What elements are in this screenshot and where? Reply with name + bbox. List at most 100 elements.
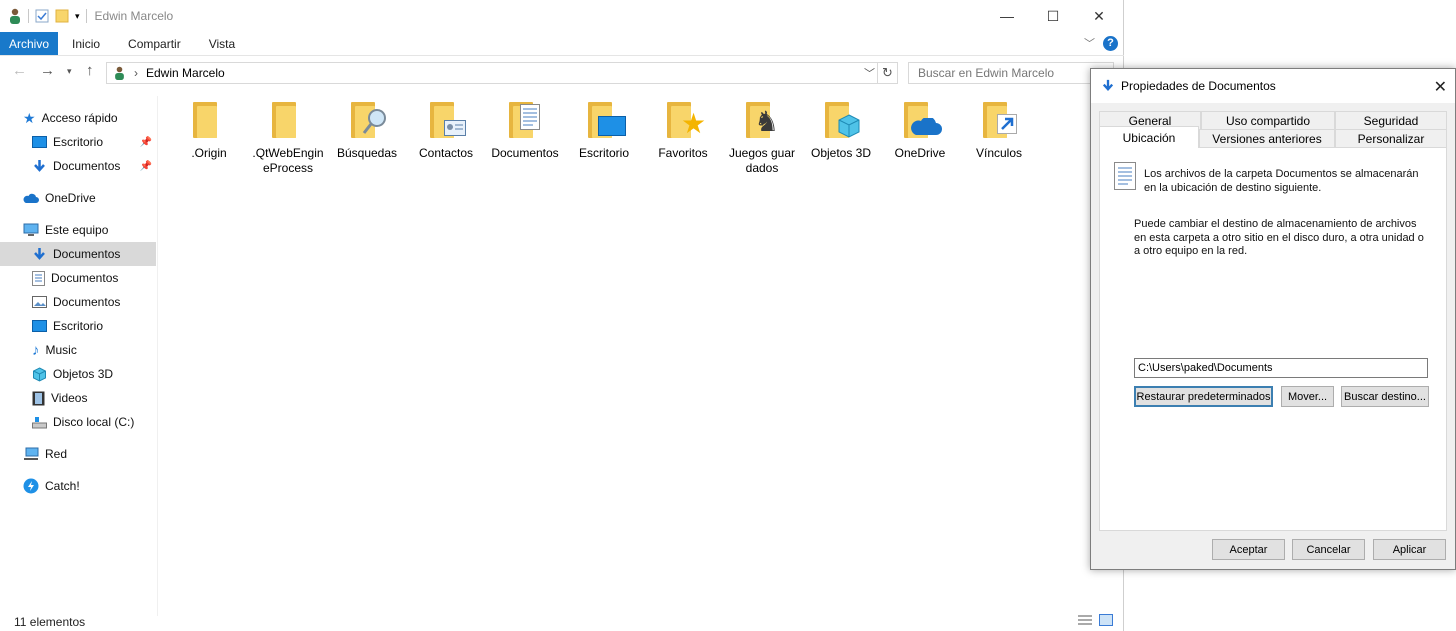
- sidebar-item-documentos-selected[interactable]: Documentos: [0, 242, 156, 266]
- cancel-button[interactable]: Cancelar: [1292, 539, 1365, 560]
- sidebar-item-este-equipo[interactable]: Este equipo: [0, 218, 156, 242]
- folder-item[interactable]: .Origin: [170, 100, 248, 161]
- folder-label: Objetos 3D: [810, 146, 872, 160]
- sidebar-item-documentos-3[interactable]: Documentos: [0, 290, 156, 314]
- cloud-icon: [911, 118, 942, 135]
- sidebar-item-red[interactable]: Red: [0, 442, 156, 466]
- breadcrumb-chevron-icon[interactable]: ›: [134, 66, 138, 80]
- folder-label: Contactos: [418, 146, 474, 160]
- sidebar-item-disco-local[interactable]: Disco local (C:): [0, 410, 156, 434]
- location-help-text: Puede cambiar el destino de almacenamien…: [1134, 218, 1424, 257]
- properties-dialog: Propiedades de Documentos ✕ General Uso …: [1090, 68, 1456, 570]
- tab-personalizar[interactable]: Personalizar: [1335, 129, 1447, 147]
- sidebar-item-escritorio[interactable]: Escritorio 📌: [0, 130, 156, 154]
- sidebar-item-label: Disco local (C:): [53, 415, 135, 429]
- tab-seguridad[interactable]: Seguridad: [1335, 111, 1447, 129]
- folder-item[interactable]: Vínculos: [960, 100, 1038, 161]
- sidebar-item-videos[interactable]: Videos: [0, 386, 156, 410]
- sidebar-item-documentos-2[interactable]: Documentos: [0, 266, 156, 290]
- tab-ubicacion[interactable]: Ubicación: [1099, 126, 1199, 148]
- user-folder-icon: [115, 66, 124, 80]
- address-dropdown-icon[interactable]: ﹀: [864, 65, 875, 81]
- folder-item[interactable]: Escritorio: [565, 100, 643, 161]
- shortcut-arrow-icon: [997, 114, 1017, 134]
- sidebar-item-label: Este equipo: [45, 223, 109, 237]
- back-arrow-icon[interactable]: ←: [12, 62, 27, 79]
- minimize-button[interactable]: —: [984, 0, 1030, 32]
- folder-item[interactable]: .QtWebEngineProcess: [249, 100, 327, 176]
- film-icon: [32, 391, 45, 405]
- star-icon: ★: [681, 108, 707, 139]
- folder-icon: [977, 100, 1021, 140]
- restore-defaults-button[interactable]: Restaurar predeterminados: [1134, 386, 1273, 407]
- sidebar-item-label: Documentos: [51, 271, 119, 285]
- view-toggle: [1077, 614, 1113, 626]
- up-arrow-icon[interactable]: ↑: [86, 62, 94, 79]
- refresh-icon[interactable]: ↻: [877, 63, 897, 83]
- customize-toolbar-icon[interactable]: ▾: [75, 11, 80, 22]
- dialog-close-icon[interactable]: ✕: [1434, 77, 1447, 97]
- folder-item[interactable]: ♞ Juegos guardados: [723, 100, 801, 176]
- help-icon[interactable]: ?: [1103, 35, 1118, 51]
- sidebar-item-quick-access[interactable]: ★ Acceso rápido: [0, 106, 156, 130]
- expand-ribbon-icon[interactable]: ﹀: [1084, 35, 1095, 51]
- move-button[interactable]: Mover...: [1281, 386, 1334, 407]
- tab-vista[interactable]: Vista: [195, 32, 249, 55]
- location-path-field[interactable]: C:\Users\paked\Documents: [1134, 358, 1428, 378]
- folder-icon: [898, 100, 942, 140]
- star-icon: ★: [23, 109, 36, 126]
- sidebar-item-label: Documentos: [53, 295, 121, 309]
- tab-compartir[interactable]: Compartir: [114, 32, 195, 55]
- ribbon-tabs: Archivo Inicio Compartir Vista ﹀ ?: [0, 32, 1124, 56]
- large-icons-view-icon[interactable]: [1099, 614, 1113, 626]
- folder-icon: [503, 100, 547, 140]
- sidebar-item-label: Documentos: [53, 247, 121, 261]
- folder-icon: [424, 100, 468, 140]
- sidebar-item-documentos[interactable]: Documentos 📌: [0, 154, 156, 178]
- search-input[interactable]: Buscar en Edwin Marcelo: [908, 62, 1114, 84]
- sidebar-item-objetos-3d[interactable]: Objetos 3D: [0, 362, 156, 386]
- folder-item[interactable]: ★ Favoritos: [644, 100, 722, 161]
- folder-item[interactable]: Contactos: [407, 100, 485, 161]
- breadcrumb[interactable]: Edwin Marcelo: [146, 66, 225, 80]
- forward-arrow-icon[interactable]: →: [40, 62, 55, 79]
- pin-icon[interactable]: 📌: [140, 161, 152, 172]
- sidebar-item-catch[interactable]: Catch!: [0, 474, 156, 498]
- ok-button[interactable]: Aceptar: [1212, 539, 1285, 560]
- folder-item[interactable]: Documentos: [486, 100, 564, 161]
- folder-label: .Origin: [191, 146, 227, 160]
- folder-icon: ★: [661, 100, 707, 140]
- pin-icon[interactable]: 📌: [140, 137, 152, 148]
- maximize-button[interactable]: ☐: [1030, 0, 1076, 32]
- properties-icon[interactable]: [35, 9, 49, 23]
- sidebar-item-music[interactable]: ♪ Music: [0, 338, 156, 362]
- chess-icon: ♞: [754, 106, 780, 137]
- folder-label: Documentos: [491, 146, 559, 160]
- sidebar-item-label: Escritorio: [53, 319, 104, 333]
- tab-versiones-anteriores[interactable]: Versiones anteriores: [1199, 129, 1335, 147]
- download-arrow-icon: [1102, 79, 1114, 92]
- tab-inicio[interactable]: Inicio: [58, 32, 114, 55]
- dialog-title: Propiedades de Documentos: [1121, 79, 1276, 93]
- tab-archivo[interactable]: Archivo: [0, 32, 59, 55]
- recent-locations-chevron-icon[interactable]: ▾: [67, 66, 72, 77]
- new-folder-icon[interactable]: [55, 9, 69, 23]
- sidebar-item-label: Escritorio: [53, 135, 104, 149]
- sidebar-item-escritorio-2[interactable]: Escritorio: [0, 314, 156, 338]
- address-bar[interactable]: › Edwin Marcelo ﹀ ↻: [106, 62, 898, 84]
- tab-uso-compartido[interactable]: Uso compartido: [1201, 111, 1335, 129]
- folder-item[interactable]: Objetos 3D: [802, 100, 880, 161]
- drive-icon: [32, 416, 47, 428]
- folder-item[interactable]: OneDrive: [881, 100, 959, 161]
- user-folder-icon: [10, 8, 20, 24]
- sidebar-item-onedrive[interactable]: OneDrive: [0, 186, 156, 210]
- location-intro-text: Los archivos de la carpeta Documentos se…: [1144, 168, 1419, 194]
- close-button[interactable]: ✕: [1076, 0, 1122, 32]
- apply-button[interactable]: Aplicar: [1373, 539, 1446, 560]
- find-target-button[interactable]: Buscar destino...: [1341, 386, 1429, 407]
- download-arrow-icon: [34, 159, 45, 172]
- folder-icon: [345, 100, 389, 140]
- folder-item[interactable]: Búsquedas: [328, 100, 406, 161]
- folder-label: Vínculos: [975, 146, 1023, 160]
- details-view-icon[interactable]: [1077, 614, 1093, 626]
